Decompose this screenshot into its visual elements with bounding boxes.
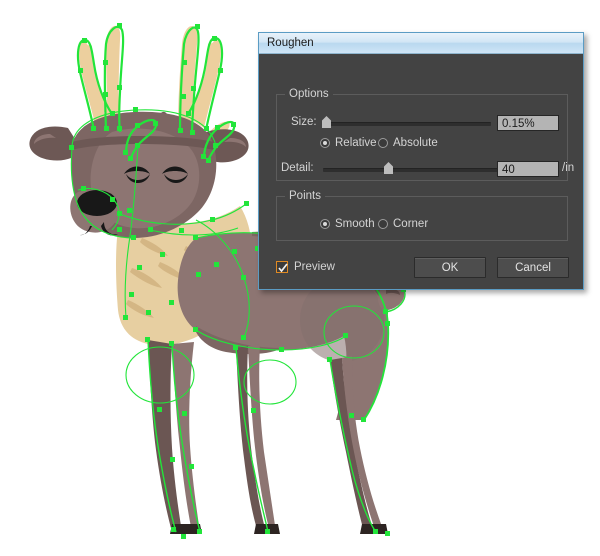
size-label: Size: [291,116,317,128]
radio-corner-indicator[interactable] [378,219,388,229]
radio-corner[interactable]: Corner [378,218,428,230]
radio-smooth-indicator[interactable] [320,219,330,229]
radio-smooth[interactable]: Smooth [320,218,375,230]
radio-absolute-indicator[interactable] [378,138,388,148]
ok-button[interactable]: OK [414,257,486,278]
preview-checkbox[interactable]: Preview [276,261,335,273]
size-input[interactable]: 0.15% [497,115,559,131]
dialog-body: Options Size: 0.15% Relative Absolute De… [259,54,583,289]
radio-absolute-label: Absolute [393,137,438,149]
dialog-titlebar[interactable]: Roughen [259,33,583,54]
options-group-legend: Options [285,88,333,100]
legs-group [148,340,388,534]
points-group-legend: Points [285,190,325,202]
checkbox-checked-icon[interactable] [276,261,288,273]
detail-input[interactable]: 40 [497,161,559,177]
radio-relative[interactable]: Relative [320,137,377,149]
radio-absolute[interactable]: Absolute [378,137,438,149]
radio-relative-label: Relative [335,137,377,149]
radio-smooth-label: Smooth [335,218,375,230]
radio-relative-indicator[interactable] [320,138,330,148]
cancel-button[interactable]: Cancel [497,257,569,278]
dialog-title: Roughen [267,37,314,49]
detail-unit-label: /in [562,162,575,174]
roughen-dialog[interactable]: Roughen Options Size: 0.15% Relative Abs… [258,32,584,290]
preview-label: Preview [294,261,335,273]
detail-label: Detail: [281,162,314,174]
radio-corner-label: Corner [393,218,429,230]
detail-slider-track[interactable] [323,168,501,172]
size-slider-track[interactable] [323,122,491,126]
